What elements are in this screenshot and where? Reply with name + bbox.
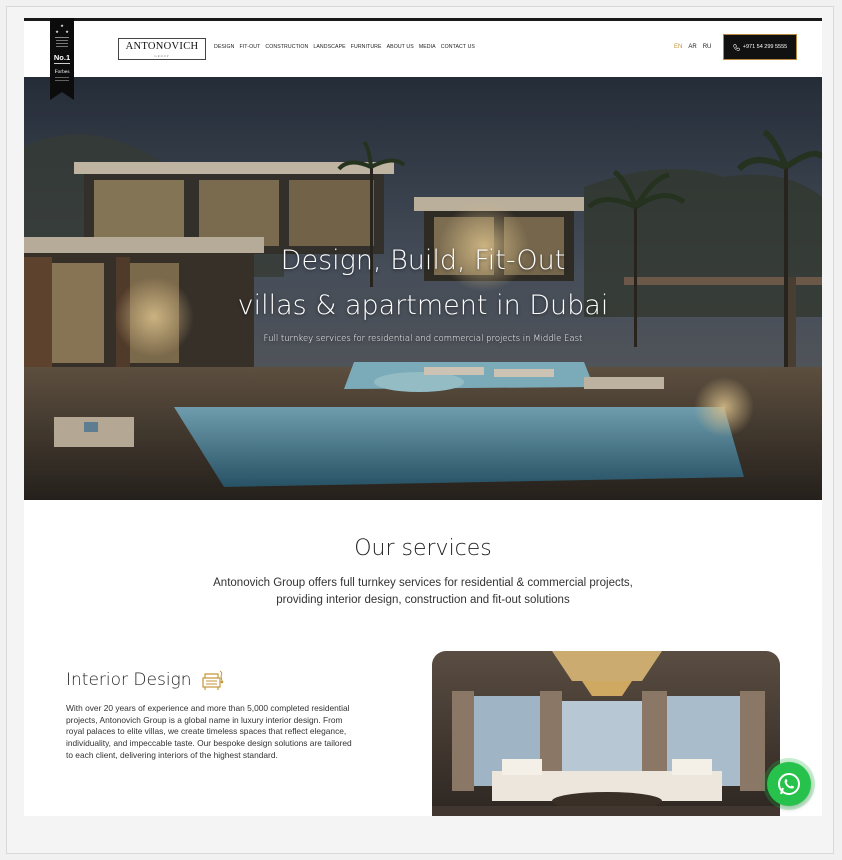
logo-sub: GROUP [154,54,170,58]
lang-ar[interactable]: AR [688,44,696,50]
nav-contact-us[interactable]: CONTACT US [441,44,475,50]
main-nav: DESIGN FIT-OUT CONSTRUCTION LANDSCAPE FU… [214,44,475,50]
interior-design-title: Interior Design [66,669,225,691]
nav-construction[interactable]: CONSTRUCTION [265,44,308,50]
page: ANTONOVICH GROUP DESIGN FIT-OUT CONSTRUC… [24,18,822,816]
whatsapp-icon [778,773,800,795]
interior-design-icon [201,670,223,690]
nav-furniture[interactable]: FURNITURE [351,44,382,50]
hero: Design, Build, Fit-Out villas & apartmen… [24,77,822,500]
site-header: ANTONOVICH GROUP DESIGN FIT-OUT CONSTRUC… [24,21,822,77]
nav-design[interactable]: DESIGN [214,44,235,50]
phone-icon [733,43,740,51]
nav-fit-out[interactable]: FIT-OUT [240,44,261,50]
services-description: Antonovich Group offers full turnkey ser… [213,577,633,606]
hero-title-line1: Design, Build, Fit-Out [280,245,566,276]
lang-ru[interactable]: RU [703,44,712,50]
hero-subtitle: Full turnkey services for residential an… [263,334,583,344]
phone-button[interactable]: +971 54 299 5555 [723,34,797,60]
whatsapp-chat-button[interactable] [767,762,811,806]
interior-room-image [432,651,780,816]
badge-rank: No.1 [54,53,70,62]
hero-villa-image [24,77,822,500]
nav-landscape[interactable]: LANDSCAPE [313,44,345,50]
interior-design-body: With over 20 years of experience and mor… [66,703,352,760]
language-switcher: EN AR RU [674,44,711,50]
hero-title-line2: villas & apartment in Dubai [237,290,609,321]
services-heading: Our services [354,536,492,561]
lang-en[interactable]: EN [674,44,682,50]
logo-name: ANTONOVICH [125,41,199,52]
forbes-badge[interactable]: ★ ★ ★ No.1 Forbes [50,18,74,100]
logo[interactable]: ANTONOVICH GROUP [118,38,206,60]
interior-design-heading: Interior Design [66,670,192,690]
svg-text:★: ★ [55,29,59,34]
svg-text:★: ★ [60,23,64,28]
nav-about-us[interactable]: ABOUT US [387,44,414,50]
badge-brand: Forbes [55,69,70,75]
svg-text:★: ★ [65,29,69,34]
phone-number: +971 54 299 5555 [742,44,788,50]
nav-media[interactable]: MEDIA [419,44,436,50]
